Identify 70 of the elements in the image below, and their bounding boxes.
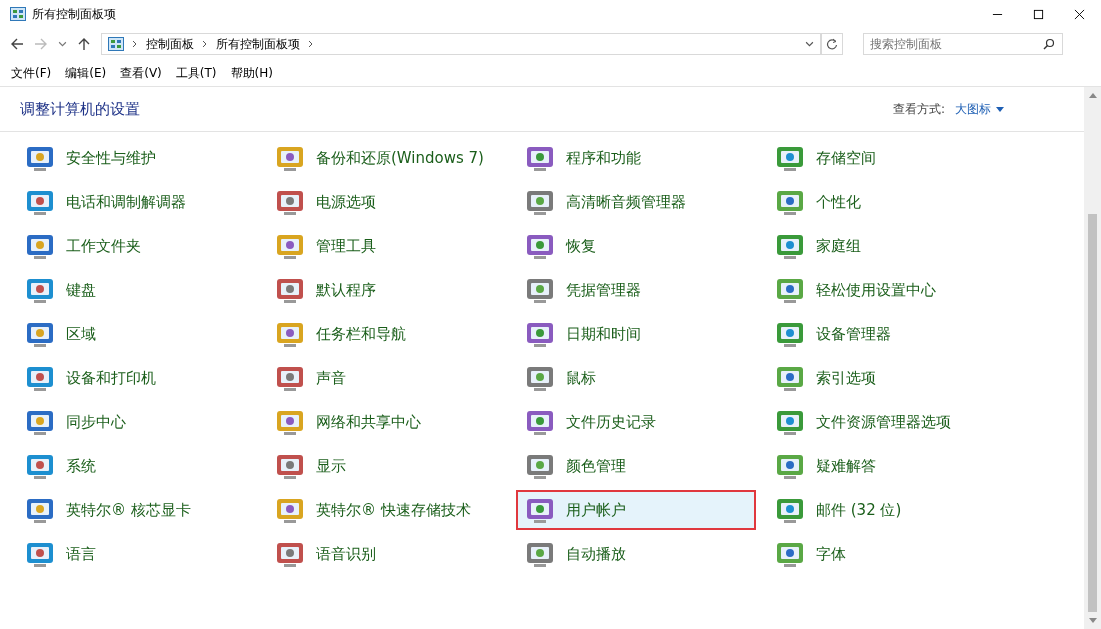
control-panel-item[interactable]: 自动播放: [516, 534, 756, 574]
chevron-icon: [202, 40, 208, 48]
maximize-icon[interactable]: [1033, 8, 1044, 20]
control-panel-item[interactable]: 用户帐户: [516, 490, 756, 530]
back-arrow-icon[interactable]: [10, 37, 24, 51]
control-panel-icon: [108, 37, 124, 51]
control-panel-item[interactable]: 恢复: [516, 226, 756, 266]
control-panel-item[interactable]: 同步中心: [16, 402, 256, 442]
control-panel-item[interactable]: 备份和还原(Windows 7): [266, 138, 506, 178]
chevron-icon: [308, 40, 314, 48]
control-panel-item[interactable]: 电源选项: [266, 182, 506, 222]
control-panel-item[interactable]: 显示: [266, 446, 506, 486]
control-panel-item[interactable]: 任务栏和导航: [266, 314, 506, 354]
control-panel-item[interactable]: 网络和共享中心: [266, 402, 506, 442]
control-panel-item[interactable]: 英特尔® 快速存储技术: [266, 490, 506, 530]
control-panel-item[interactable]: 文件历史记录: [516, 402, 756, 442]
dropdown-caret-icon[interactable]: [58, 40, 67, 48]
control-panel-item[interactable]: 凭据管理器: [516, 270, 756, 310]
control-panel-item[interactable]: 疑难解答: [766, 446, 1006, 486]
scrollbar[interactable]: [1084, 87, 1101, 629]
refresh-button[interactable]: [821, 33, 843, 55]
control-panel-item[interactable]: 轻松使用设置中心: [766, 270, 1006, 310]
control-panel-item[interactable]: 英特尔® 核芯显卡: [16, 490, 256, 530]
control-panel-item[interactable]: 声音: [266, 358, 506, 398]
menu-item[interactable]: 工具(T): [175, 64, 217, 82]
dropdown-caret-icon[interactable]: [996, 106, 1004, 112]
search-field[interactable]: 搜索控制面板: [863, 33, 1063, 55]
menu-item[interactable]: 文件(F): [11, 64, 52, 82]
refresh-icon: [826, 38, 838, 50]
control-panel-item[interactable]: 个性化: [766, 182, 1006, 222]
control-panel-item[interactable]: 鼠标: [516, 358, 756, 398]
breadcrumb-item[interactable]: 控制面板: [146, 35, 194, 53]
scroll-up-icon[interactable]: [1088, 93, 1097, 98]
address-bar[interactable]: 控制面板 所有控制面板项: [101, 33, 821, 55]
control-panel-item[interactable]: 日期和时间: [516, 314, 756, 354]
control-panel-icon: [10, 7, 26, 21]
view-mode-dropdown[interactable]: 大图标: [955, 100, 991, 118]
control-panel-item[interactable]: 键盘: [16, 270, 256, 310]
control-panel-item[interactable]: 文件资源管理器选项: [766, 402, 1006, 442]
menu-item[interactable]: 查看(V): [120, 64, 162, 82]
control-panel-item[interactable]: 程序和功能: [516, 138, 756, 178]
control-panel-item[interactable]: 语音识别: [266, 534, 506, 574]
menu-item[interactable]: 帮助(H): [230, 64, 273, 82]
control-panel-item[interactable]: 安全性与维护: [16, 138, 256, 178]
chevron-icon: [132, 40, 138, 48]
control-panel-item[interactable]: 工作文件夹: [16, 226, 256, 266]
control-panel-item[interactable]: 字体: [766, 534, 1006, 574]
control-panel-item[interactable]: 索引选项: [766, 358, 1006, 398]
page-heading: 调整计算机的设置: [20, 99, 140, 119]
close-icon[interactable]: [1074, 8, 1085, 20]
control-panel-item[interactable]: 设备和打印机: [16, 358, 256, 398]
control-panel-item[interactable]: 家庭组: [766, 226, 1006, 266]
breadcrumb-item[interactable]: 所有控制面板项: [216, 35, 300, 53]
menu-item[interactable]: 编辑(E): [65, 64, 107, 82]
control-panel-item[interactable]: 邮件 (32 位): [766, 490, 1006, 530]
dropdown-caret-icon[interactable]: [805, 40, 814, 48]
view-mode-label: 查看方式:: [892, 100, 945, 118]
control-panel-item[interactable]: 系统: [16, 446, 256, 486]
window-title: 所有控制面板项: [32, 5, 116, 23]
control-panel-item[interactable]: 颜色管理: [516, 446, 756, 486]
control-panel-item[interactable]: 默认程序: [266, 270, 506, 310]
control-panel-item[interactable]: 高清晰音频管理器: [516, 182, 756, 222]
control-panel-item[interactable]: 语言: [16, 534, 256, 574]
control-panel-item[interactable]: 设备管理器: [766, 314, 1006, 354]
control-panel-item[interactable]: 区域: [16, 314, 256, 354]
control-panel-item[interactable]: 存储空间: [766, 138, 1006, 178]
control-panel-item[interactable]: 电话和调制解调器: [16, 182, 256, 222]
scroll-down-icon[interactable]: [1088, 618, 1097, 623]
control-panel-item[interactable]: 管理工具: [266, 226, 506, 266]
up-arrow-icon[interactable]: [77, 37, 91, 51]
